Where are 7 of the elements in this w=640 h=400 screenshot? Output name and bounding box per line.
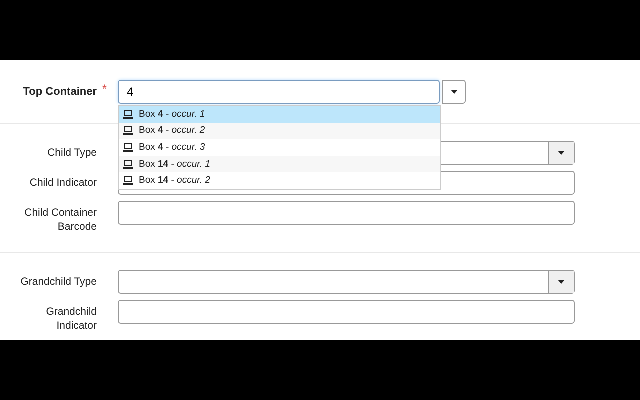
field-label: Grandchild Indicator [45, 305, 97, 333]
required-mark: * [102, 82, 107, 96]
field-label: Top Container [23, 85, 97, 99]
field-label: Child Container Barcode [24, 206, 97, 234]
field-label: Grandchild Type [20, 275, 97, 289]
field-label: Child Type [48, 146, 97, 160]
field-label: Child Indicator [30, 176, 97, 190]
